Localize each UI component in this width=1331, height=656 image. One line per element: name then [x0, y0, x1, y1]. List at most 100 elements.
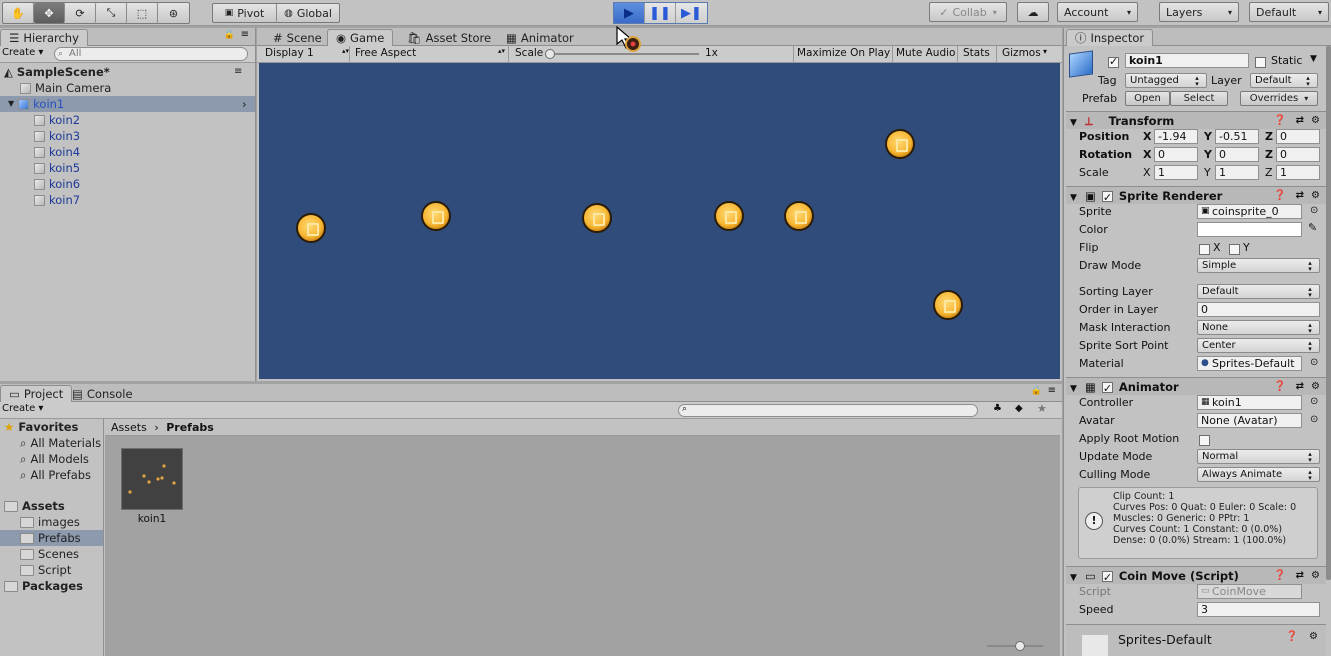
gizmos-dropdown[interactable]: Gizmos — [1002, 47, 1041, 59]
filter-by-label-icon[interactable]: ◆ — [1015, 403, 1023, 414]
gear-icon[interactable]: ⚙ — [1311, 187, 1320, 205]
presets-icon[interactable]: ⇄ — [1296, 187, 1304, 205]
gear-icon[interactable]: ⚙ — [1309, 631, 1318, 642]
game-viewport[interactable] — [259, 63, 1060, 379]
flip-x-checkbox[interactable] — [1199, 242, 1210, 255]
flip-y-checkbox[interactable] — [1229, 242, 1240, 255]
assets-root[interactable]: Assets — [4, 498, 65, 514]
hierarchy-item-koin2[interactable]: koin2 — [34, 112, 80, 128]
play-button[interactable]: ▶ — [614, 3, 645, 23]
filter-by-type-icon[interactable]: ♣ — [993, 403, 1002, 414]
favorite-all-prefabs[interactable]: ⌕ All Prefabs — [20, 467, 91, 483]
tab-hierarchy[interactable]: ☰ Hierarchy — [0, 29, 88, 46]
position-y-field[interactable]: -0.51 — [1215, 129, 1259, 144]
hierarchy-item-koin3[interactable]: koin3 — [34, 128, 80, 144]
tab-asset-store[interactable]: 🛍 Asset Store — [399, 29, 499, 46]
presets-icon[interactable]: ⇄ — [1296, 567, 1304, 585]
dropdown-arrow-icon[interactable]: ▾ — [1043, 47, 1047, 56]
object-picker-icon[interactable]: ⊙ — [1310, 396, 1318, 407]
display-dropdown[interactable]: Display 1 ▴▾ — [265, 47, 351, 59]
lock-icon[interactable]: 🔒 — [224, 30, 235, 40]
material-field[interactable]: ● Sprites-Default — [1197, 356, 1302, 371]
scene-root[interactable]: ◭ SampleScene* ≡ — [4, 64, 254, 80]
thumbnail-slider-thumb[interactable] — [1015, 641, 1025, 651]
presets-icon[interactable]: ⇄ — [1296, 378, 1304, 396]
presets-icon[interactable]: ⇄ — [1296, 112, 1304, 130]
packages-root[interactable]: Packages — [4, 578, 83, 594]
prefab-open-button[interactable]: Open — [1125, 91, 1170, 106]
folder-prefabs[interactable]: Prefabs — [0, 530, 103, 546]
hierarchy-item-koin1[interactable]: ▼ koin1 › — [0, 96, 255, 112]
object-picker-icon[interactable]: ⊙ — [1310, 357, 1318, 368]
pivot-button[interactable]: ▣ Pivot — [213, 4, 277, 22]
gear-icon[interactable]: ⚙ — [1311, 112, 1320, 130]
scale-y-field[interactable]: 1 — [1215, 165, 1259, 180]
position-x-field[interactable]: -1.94 — [1154, 129, 1198, 144]
rotation-y-field[interactable]: 0 — [1215, 147, 1259, 162]
mask-interaction-dropdown[interactable]: None — [1197, 320, 1320, 335]
step-button[interactable]: ▶❚ — [676, 3, 707, 23]
project-search-input[interactable]: ⌕ — [678, 404, 978, 417]
tab-animator[interactable]: ▦ Animator — [498, 29, 582, 46]
sprite-sort-point-dropdown[interactable]: Center — [1197, 338, 1320, 353]
aspect-dropdown[interactable]: Free Aspect ▴▾ — [355, 47, 507, 59]
hierarchy-item-koin7[interactable]: koin7 — [34, 192, 80, 208]
coin-move-header[interactable]: ▼ ▭ Coin Move (Script) ❓ ⇄ ⚙ — [1066, 566, 1326, 587]
active-checkbox[interactable] — [1108, 55, 1119, 68]
tag-dropdown[interactable]: Untagged — [1125, 73, 1207, 88]
rect-tool-icon[interactable]: ⬚ — [127, 3, 158, 23]
apply-root-motion-checkbox[interactable] — [1199, 433, 1210, 446]
account-dropdown[interactable]: Account ▾ — [1057, 2, 1138, 22]
foldout-arrow-icon[interactable]: ▼ — [1070, 384, 1077, 394]
sprite-field[interactable]: ▣ coinsprite_0 — [1197, 204, 1302, 219]
object-picker-icon[interactable]: ⊙ — [1310, 205, 1318, 216]
thumbnail-size-slider[interactable] — [987, 641, 1043, 651]
pause-button[interactable]: ❚❚ — [645, 3, 676, 23]
order-in-layer-field[interactable]: 0 — [1197, 302, 1320, 317]
breadcrumb-root[interactable]: Assets — [111, 421, 147, 434]
foldout-arrow-icon[interactable]: ▼ — [1070, 118, 1077, 128]
animator-enabled-checkbox[interactable] — [1101, 380, 1113, 398]
help-icon[interactable]: ❓ — [1286, 631, 1298, 642]
project-create-button[interactable]: Create ▾ — [2, 403, 43, 414]
color-swatch[interactable] — [1197, 222, 1302, 237]
prefab-thumbnail[interactable] — [121, 448, 183, 510]
layout-dropdown[interactable]: Default ▾ — [1249, 2, 1329, 22]
scale-slider-thumb[interactable] — [545, 49, 555, 59]
sprite-renderer-header[interactable]: ▼ ▣ Sprite Renderer ❓ ⇄ ⚙ — [1066, 186, 1326, 207]
folder-script[interactable]: Script — [20, 562, 71, 578]
stats-toggle[interactable]: Stats — [963, 47, 990, 59]
tab-project[interactable]: ▭ Project — [0, 385, 73, 402]
prefab-select-button[interactable]: Select — [1170, 91, 1228, 106]
help-icon[interactable]: ❓ — [1274, 378, 1286, 396]
help-icon[interactable]: ❓ — [1274, 112, 1286, 130]
layer-dropdown[interactable]: Default — [1250, 73, 1318, 88]
maximize-on-play-toggle[interactable]: Maximize On Play — [797, 47, 890, 59]
eyedropper-icon[interactable]: ✎ — [1308, 221, 1317, 234]
tab-scene[interactable]: # Scene — [265, 29, 330, 46]
prefab-overrides-dropdown[interactable]: Overrides ▾ — [1240, 91, 1318, 106]
global-button[interactable]: ◍ Global — [277, 4, 339, 22]
foldout-arrow-icon[interactable]: ▼ — [1070, 193, 1077, 203]
tab-console[interactable]: ▤ Console — [64, 385, 141, 402]
folder-images[interactable]: images — [20, 514, 80, 530]
speed-field[interactable]: 3 — [1197, 602, 1320, 617]
help-icon[interactable]: ❓ — [1274, 187, 1286, 205]
static-dropdown-icon[interactable]: ▼ — [1310, 54, 1317, 64]
favorite-all-models[interactable]: ⌕ All Models — [20, 451, 89, 467]
coin-move-enabled-checkbox[interactable] — [1101, 569, 1113, 587]
rotation-x-field[interactable]: 0 — [1154, 147, 1198, 162]
hierarchy-item-main-camera[interactable]: Main Camera — [20, 80, 111, 96]
favorites-header[interactable]: ★ Favorites — [4, 419, 78, 435]
scale-z-field[interactable]: 1 — [1276, 165, 1320, 180]
chevron-right-icon[interactable]: › — [242, 96, 247, 112]
sorting-layer-dropdown[interactable]: Default — [1197, 284, 1320, 299]
transform-header[interactable]: ▼ ⟂ Transform ❓ ⇄ ⚙ — [1066, 111, 1326, 129]
move-tool-icon[interactable]: ✥ — [34, 3, 65, 23]
hierarchy-item-koin6[interactable]: koin6 — [34, 176, 80, 192]
inspector-scrollbar[interactable] — [1326, 46, 1331, 580]
static-checkbox[interactable] — [1255, 55, 1266, 68]
sprite-renderer-enabled-checkbox[interactable] — [1101, 189, 1113, 207]
culling-mode-dropdown[interactable]: Always Animate — [1197, 467, 1320, 482]
panel-menu-icon[interactable]: ≡ — [1048, 385, 1056, 396]
